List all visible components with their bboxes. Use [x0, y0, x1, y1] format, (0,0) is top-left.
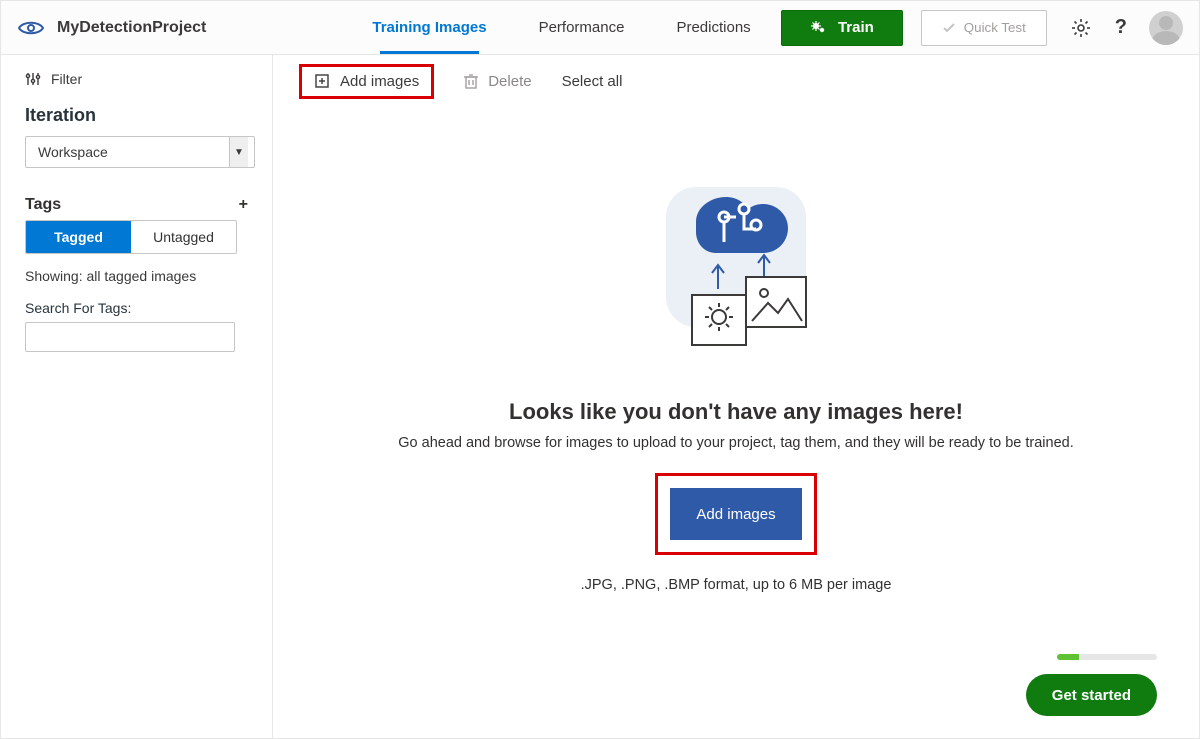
delete-label: Delete [488, 73, 531, 90]
get-started-button[interactable]: Get started [1026, 674, 1157, 716]
sliders-icon [25, 71, 41, 87]
search-tags-input[interactable] [25, 322, 235, 352]
eye-icon [17, 19, 45, 37]
quick-test-label: Quick Test [964, 20, 1026, 35]
filter-label: Filter [51, 71, 82, 87]
filter-button[interactable]: Filter [25, 71, 248, 87]
add-images-highlight: Add images [299, 64, 434, 99]
add-images-label: Add images [340, 73, 419, 90]
empty-title: Looks like you don't have any images her… [509, 399, 963, 425]
main-content: Add images Delete Select all [273, 55, 1199, 738]
tags-title: Tags [25, 196, 61, 214]
showing-text: Showing: all tagged images [25, 268, 248, 284]
tab-predictions[interactable]: Predictions [650, 1, 776, 54]
sidebar: Filter Iteration Workspace ▼ Tags + Tagg… [1, 55, 273, 738]
chevron-down-icon: ▼ [229, 137, 248, 167]
empty-state: Looks like you don't have any images her… [273, 107, 1199, 738]
help-icon[interactable]: ? [1115, 16, 1127, 39]
tagged-toggle[interactable]: Tagged [26, 221, 131, 253]
add-images-center-highlight: Add images [655, 473, 816, 555]
gear-icon[interactable] [1071, 18, 1091, 38]
add-images-center-button[interactable]: Add images [670, 488, 801, 540]
iteration-title: Iteration [25, 105, 248, 126]
image-toolbar: Add images Delete Select all [273, 55, 1199, 107]
brand: MyDetectionProject [17, 19, 206, 37]
untagged-toggle[interactable]: Untagged [131, 221, 236, 253]
iteration-selected-value: Workspace [38, 144, 108, 160]
select-all-button[interactable]: Select all [562, 73, 623, 90]
delete-button[interactable]: Delete [464, 73, 531, 90]
tab-training-images[interactable]: Training Images [346, 1, 512, 54]
project-title: MyDetectionProject [57, 19, 206, 37]
supported-formats: .JPG, .PNG, .BMP format, up to 6 MB per … [581, 577, 892, 593]
empty-illustration [636, 177, 836, 377]
add-image-icon [314, 73, 330, 89]
train-button[interactable]: Train [781, 10, 903, 46]
add-tag-button[interactable]: + [239, 197, 248, 213]
select-all-label: Select all [562, 73, 623, 90]
top-nav: Training Images Performance Predictions [346, 1, 776, 54]
empty-subtitle: Go ahead and browse for images to upload… [398, 435, 1073, 451]
check-icon [942, 21, 956, 35]
avatar[interactable] [1149, 11, 1183, 45]
tag-filter-segment: Tagged Untagged [25, 220, 237, 254]
gears-icon [810, 19, 828, 37]
trash-icon [464, 73, 478, 89]
iteration-select[interactable]: Workspace ▼ [25, 136, 255, 168]
add-images-button[interactable]: Add images [314, 73, 419, 90]
train-button-label: Train [838, 19, 874, 36]
app-header: MyDetectionProject Training Images Perfo… [1, 1, 1199, 55]
quick-test-button[interactable]: Quick Test [921, 10, 1047, 46]
onboarding-progress [1057, 654, 1157, 660]
search-tags-label: Search For Tags: [25, 300, 248, 316]
tab-performance[interactable]: Performance [513, 1, 651, 54]
